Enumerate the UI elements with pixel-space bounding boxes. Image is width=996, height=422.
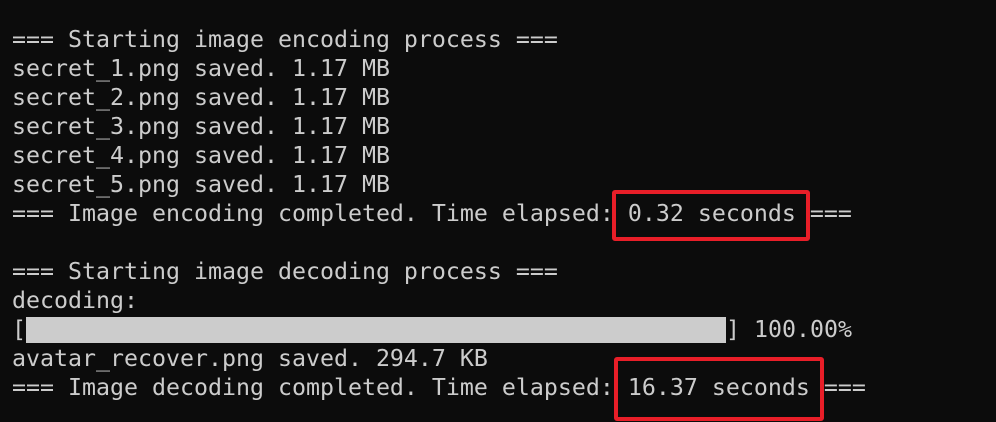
decoding-label: decoding: <box>12 287 138 314</box>
encoding-time-highlight: 0.32 seconds <box>611 190 810 241</box>
encoding-complete-prefix: === Image encoding completed. Time elaps… <box>12 200 628 227</box>
highlight-box <box>613 357 824 421</box>
bracket-close: ] <box>726 316 754 343</box>
saved-line: secret_1.png saved. 1.17 MB <box>12 55 390 82</box>
progress-line: [] 100.00% <box>12 315 866 344</box>
progress-percent: 100.00% <box>754 316 852 343</box>
bracket-open: [ <box>12 316 26 343</box>
progress-bar <box>26 317 726 343</box>
encoding-start-line: === Starting image encoding process === <box>12 26 558 53</box>
terminal-output: === Starting image encoding process === … <box>12 25 866 421</box>
decoding-complete-prefix: === Image decoding completed. Time elaps… <box>12 374 628 401</box>
saved-line: secret_3.png saved. 1.17 MB <box>12 113 390 140</box>
decoding-start-line: === Starting image decoding process === <box>12 258 558 285</box>
highlight-box <box>611 190 810 241</box>
saved-line: secret_2.png saved. 1.17 MB <box>12 84 390 111</box>
decoding-time-highlight: 16.37 seconds <box>613 357 824 421</box>
encoding-complete-line: === Image encoding completed. Time elaps… <box>12 190 866 241</box>
decoding-complete-line: === Image decoding completed. Time elaps… <box>12 357 866 421</box>
saved-line: secret_4.png saved. 1.17 MB <box>12 142 390 169</box>
progress-fill <box>26 317 726 343</box>
